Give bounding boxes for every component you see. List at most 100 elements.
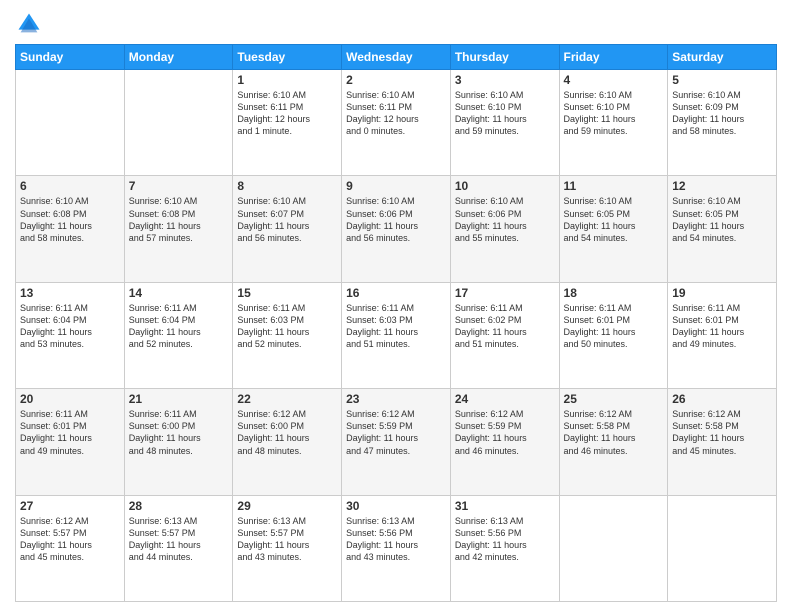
weekday-header-wednesday: Wednesday (342, 45, 451, 70)
day-number: 20 (20, 392, 120, 406)
day-number: 16 (346, 286, 446, 300)
day-number: 6 (20, 179, 120, 193)
cell-content: Sunrise: 6:13 AM Sunset: 5:56 PM Dayligh… (455, 515, 555, 564)
logo-icon (15, 10, 43, 38)
calendar-cell: 5 Sunrise: 6:10 AM Sunset: 6:09 PM Daylig… (668, 70, 777, 176)
calendar-cell: 28 Sunrise: 6:13 AM Sunset: 5:57 PM Dayli… (124, 495, 233, 601)
calendar-cell (668, 495, 777, 601)
calendar-cell: 27Sunrise: 6:12 AM Sunset: 5:57 PM Dayli… (16, 495, 125, 601)
day-number: 8 (237, 179, 337, 193)
cell-content: Sunrise: 6:10 AM Sunset: 6:06 PM Dayligh… (346, 195, 446, 244)
cell-content: Sunrise: 6:11 AM Sunset: 6:01 PM Dayligh… (20, 408, 120, 457)
header (15, 10, 777, 38)
day-number: 4 (564, 73, 664, 87)
weekday-header-monday: Monday (124, 45, 233, 70)
calendar-cell: 21Sunrise: 6:11 AM Sunset: 6:00 PM Dayli… (124, 389, 233, 495)
calendar-cell: 20 Sunrise: 6:11 AM Sunset: 6:01 PM Dayli… (16, 389, 125, 495)
calendar-cell: 14 Sunrise: 6:11 AM Sunset: 6:04 PM Dayli… (124, 282, 233, 388)
cell-content: Sunrise: 6:11 AM Sunset: 6:01 PM Dayligh… (672, 302, 772, 351)
weekday-header-saturday: Saturday (668, 45, 777, 70)
calendar-cell: 11 Sunrise: 6:10 AM Sunset: 6:05 PM Dayli… (559, 176, 668, 282)
calendar-cell (124, 70, 233, 176)
day-number: 15 (237, 286, 337, 300)
day-number: 30 (346, 499, 446, 513)
weekday-header-row: SundayMondayTuesdayWednesdayThursdayFrid… (16, 45, 777, 70)
cell-content: Sunrise: 6:11 AM Sunset: 6:01 PM Dayligh… (564, 302, 664, 351)
day-number: 9 (346, 179, 446, 193)
day-number: 22 (237, 392, 337, 406)
day-number: 23 (346, 392, 446, 406)
cell-content: Sunrise: 6:11 AM Sunset: 6:03 PM Dayligh… (346, 302, 446, 351)
calendar-cell: 24Sunrise: 6:12 AM Sunset: 5:59 PM Dayli… (450, 389, 559, 495)
day-number: 2 (346, 73, 446, 87)
cell-content: Sunrise: 6:13 AM Sunset: 5:57 PM Dayligh… (237, 515, 337, 564)
calendar-cell: 8Sunrise: 6:10 AM Sunset: 6:07 PM Daylig… (233, 176, 342, 282)
week-row-3: 13 Sunrise: 6:11 AM Sunset: 6:04 PM Dayli… (16, 282, 777, 388)
cell-content: Sunrise: 6:10 AM Sunset: 6:11 PM Dayligh… (346, 89, 446, 138)
cell-content: Sunrise: 6:12 AM Sunset: 6:00 PM Dayligh… (237, 408, 337, 457)
calendar-cell: 17 Sunrise: 6:11 AM Sunset: 6:02 PM Dayli… (450, 282, 559, 388)
cell-content: Sunrise: 6:10 AM Sunset: 6:08 PM Dayligh… (129, 195, 229, 244)
day-number: 26 (672, 392, 772, 406)
day-number: 5 (672, 73, 772, 87)
day-number: 17 (455, 286, 555, 300)
cell-content: Sunrise: 6:10 AM Sunset: 6:08 PM Dayligh… (20, 195, 120, 244)
calendar-cell: 1Sunrise: 6:10 AM Sunset: 6:11 PM Daylig… (233, 70, 342, 176)
cell-content: Sunrise: 6:12 AM Sunset: 5:58 PM Dayligh… (564, 408, 664, 457)
cell-content: Sunrise: 6:13 AM Sunset: 5:56 PM Dayligh… (346, 515, 446, 564)
day-number: 28 (129, 499, 229, 513)
day-number: 3 (455, 73, 555, 87)
weekday-header-thursday: Thursday (450, 45, 559, 70)
calendar-table: SundayMondayTuesdayWednesdayThursdayFrid… (15, 44, 777, 602)
cell-content: Sunrise: 6:11 AM Sunset: 6:02 PM Dayligh… (455, 302, 555, 351)
day-number: 19 (672, 286, 772, 300)
cell-content: Sunrise: 6:10 AM Sunset: 6:06 PM Dayligh… (455, 195, 555, 244)
cell-content: Sunrise: 6:11 AM Sunset: 6:03 PM Dayligh… (237, 302, 337, 351)
weekday-header-sunday: Sunday (16, 45, 125, 70)
day-number: 18 (564, 286, 664, 300)
calendar-cell: 12 Sunrise: 6:10 AM Sunset: 6:05 PM Dayli… (668, 176, 777, 282)
calendar-cell: 13 Sunrise: 6:11 AM Sunset: 6:04 PM Dayli… (16, 282, 125, 388)
day-number: 13 (20, 286, 120, 300)
cell-content: Sunrise: 6:11 AM Sunset: 6:04 PM Dayligh… (20, 302, 120, 351)
calendar-cell: 22 Sunrise: 6:12 AM Sunset: 6:00 PM Dayli… (233, 389, 342, 495)
calendar-cell: 7 Sunrise: 6:10 AM Sunset: 6:08 PM Daylig… (124, 176, 233, 282)
page: SundayMondayTuesdayWednesdayThursdayFrid… (0, 0, 792, 612)
calendar-cell: 25Sunrise: 6:12 AM Sunset: 5:58 PM Dayli… (559, 389, 668, 495)
day-number: 1 (237, 73, 337, 87)
cell-content: Sunrise: 6:10 AM Sunset: 6:10 PM Dayligh… (564, 89, 664, 138)
cell-content: Sunrise: 6:11 AM Sunset: 6:04 PM Dayligh… (129, 302, 229, 351)
calendar-cell: 9 Sunrise: 6:10 AM Sunset: 6:06 PM Daylig… (342, 176, 451, 282)
calendar-cell: 4 Sunrise: 6:10 AM Sunset: 6:10 PM Daylig… (559, 70, 668, 176)
calendar-cell (559, 495, 668, 601)
day-number: 11 (564, 179, 664, 193)
cell-content: Sunrise: 6:10 AM Sunset: 6:05 PM Dayligh… (672, 195, 772, 244)
day-number: 7 (129, 179, 229, 193)
cell-content: Sunrise: 6:11 AM Sunset: 6:00 PM Dayligh… (129, 408, 229, 457)
week-row-2: 6 Sunrise: 6:10 AM Sunset: 6:08 PM Daylig… (16, 176, 777, 282)
cell-content: Sunrise: 6:10 AM Sunset: 6:05 PM Dayligh… (564, 195, 664, 244)
logo (15, 10, 47, 38)
calendar-cell: 16 Sunrise: 6:11 AM Sunset: 6:03 PM Dayli… (342, 282, 451, 388)
calendar-cell: 18 Sunrise: 6:11 AM Sunset: 6:01 PM Dayli… (559, 282, 668, 388)
cell-content: Sunrise: 6:10 AM Sunset: 6:09 PM Dayligh… (672, 89, 772, 138)
cell-content: Sunrise: 6:12 AM Sunset: 5:59 PM Dayligh… (346, 408, 446, 457)
calendar-cell: 29Sunrise: 6:13 AM Sunset: 5:57 PM Dayli… (233, 495, 342, 601)
cell-content: Sunrise: 6:12 AM Sunset: 5:59 PM Dayligh… (455, 408, 555, 457)
day-number: 12 (672, 179, 772, 193)
week-row-4: 20 Sunrise: 6:11 AM Sunset: 6:01 PM Dayli… (16, 389, 777, 495)
calendar-cell: 19 Sunrise: 6:11 AM Sunset: 6:01 PM Dayli… (668, 282, 777, 388)
cell-content: Sunrise: 6:12 AM Sunset: 5:57 PM Dayligh… (20, 515, 120, 564)
calendar-cell: 6 Sunrise: 6:10 AM Sunset: 6:08 PM Daylig… (16, 176, 125, 282)
calendar-cell: 10Sunrise: 6:10 AM Sunset: 6:06 PM Dayli… (450, 176, 559, 282)
week-row-1: 1 Sunrise: 6:10 AM Sunset: 6:11 PM Daylig… (16, 70, 777, 176)
cell-content: Sunrise: 6:13 AM Sunset: 5:57 PM Dayligh… (129, 515, 229, 564)
calendar-cell: 3 Sunrise: 6:10 AM Sunset: 6:10 PM Daylig… (450, 70, 559, 176)
calendar-cell (16, 70, 125, 176)
week-row-5: 27Sunrise: 6:12 AM Sunset: 5:57 PM Dayli… (16, 495, 777, 601)
calendar-cell: 2 Sunrise: 6:10 AM Sunset: 6:11 PM Daylig… (342, 70, 451, 176)
day-number: 31 (455, 499, 555, 513)
cell-content: Sunrise: 6:10 AM Sunset: 6:10 PM Dayligh… (455, 89, 555, 138)
calendar-cell: 31 Sunrise: 6:13 AM Sunset: 5:56 PM Dayli… (450, 495, 559, 601)
day-number: 14 (129, 286, 229, 300)
